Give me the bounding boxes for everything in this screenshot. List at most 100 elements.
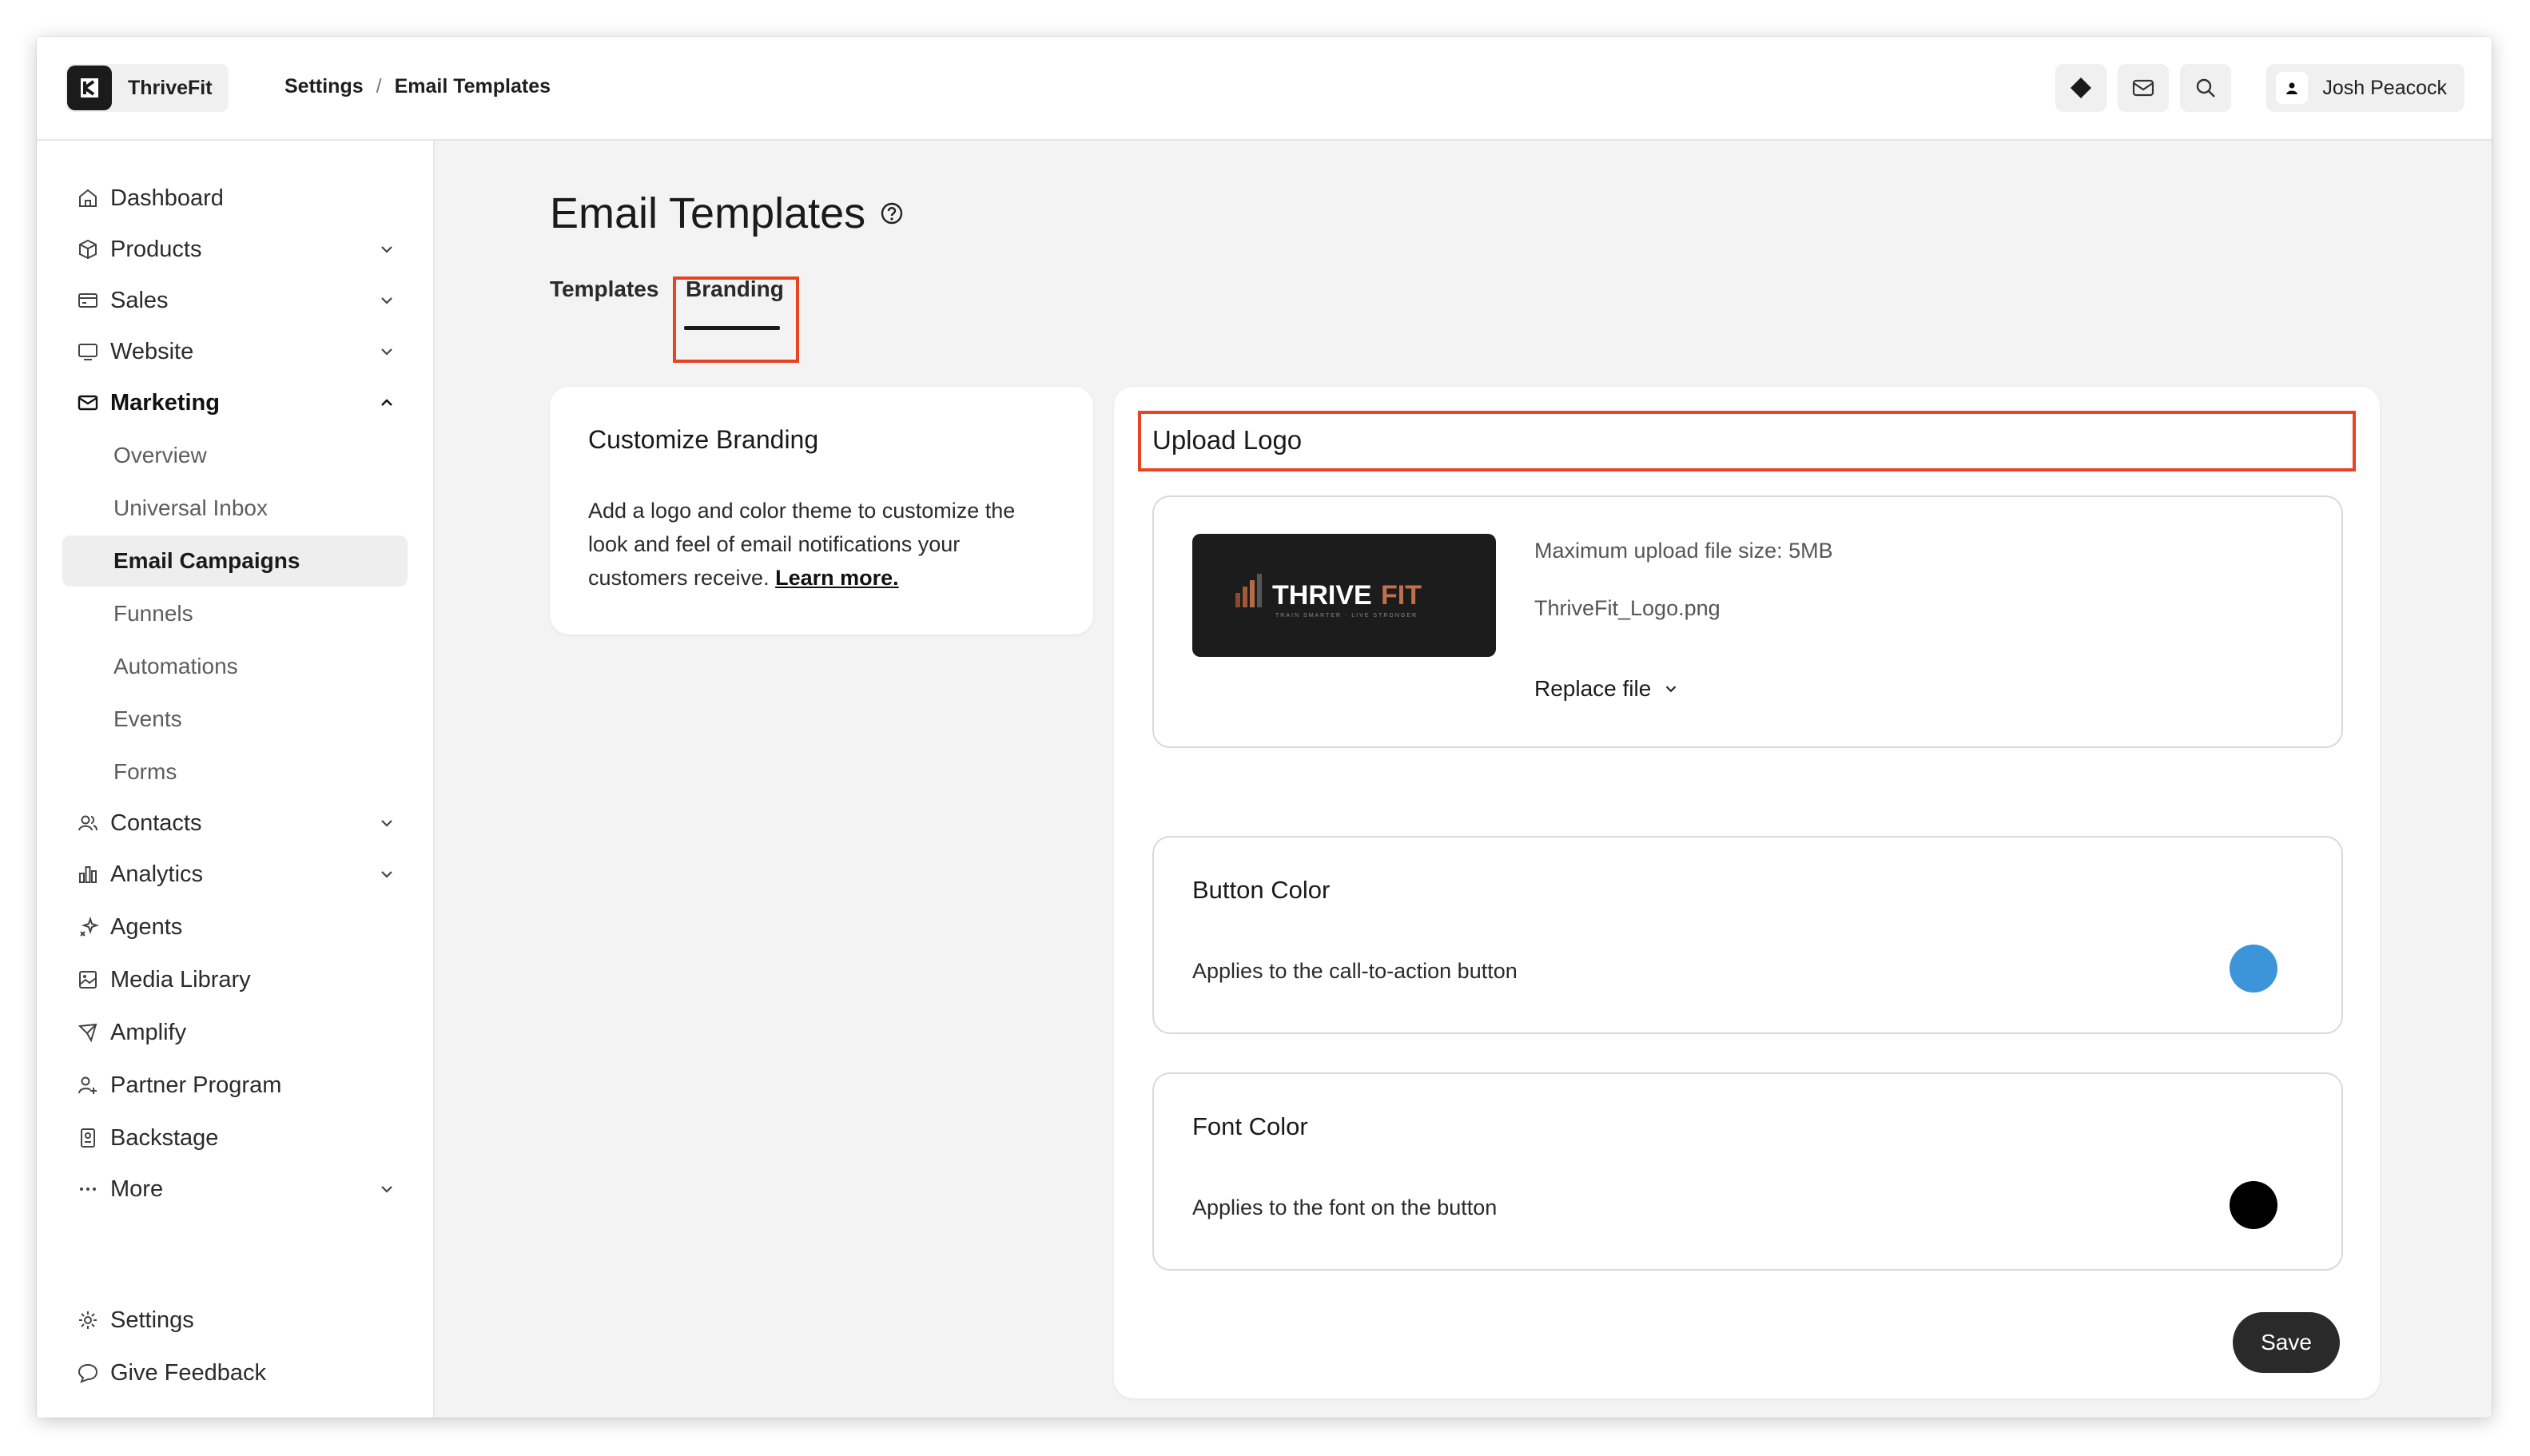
sidebar-subitem-overview[interactable]: Overview [62,430,408,481]
font-color-swatch[interactable] [2230,1181,2277,1229]
sidebar-item-give-feedback[interactable]: Give Feedback [62,1347,408,1398]
sidebar-item-label: Contacts [110,810,202,836]
chevron-up-icon [381,399,392,406]
sidebar-subitem-automations[interactable]: Automations [62,641,408,692]
font-color-card: Font Color Applies to the font on the bu… [1152,1072,2343,1271]
sidebar-item-label: Analytics [110,861,204,887]
sidebar-item-backstage[interactable]: Backstage [62,1112,408,1164]
sidebar-item-label: Amplify [110,1019,187,1045]
logo-preview-image: THRIVE FIT TRAIN SMARTER · LIVE STRONGER [1192,534,1496,657]
mail-icon [74,388,102,417]
tab-templates[interactable]: Templates [550,276,658,302]
help-icon[interactable] [880,201,904,225]
upload-logo-title: Upload Logo [1152,425,1303,455]
replace-file-label: Replace file [1534,676,1652,701]
sidebar-subitem-funnels[interactable]: Funnels [62,588,408,639]
brand-switcher[interactable]: ThriveFit [66,64,229,112]
logo-text-fit: FIT [1381,580,1422,611]
sidebar-item-more[interactable]: More [62,1164,408,1215]
breadcrumb-settings[interactable]: Settings [284,75,364,98]
send-icon [74,1018,102,1047]
page-title: Email Templates [550,189,904,238]
sidebar-item-sales[interactable]: Sales [62,275,408,326]
sidebar-item-dashboard[interactable]: Dashboard [62,173,408,224]
chevron-down-icon [381,820,392,827]
button-color-description: Applies to the call-to-action button [1192,959,1518,983]
card-icon [74,286,102,315]
sidebar-item-agents[interactable]: Agents [62,901,408,953]
customize-branding-title: Customize Branding [588,425,819,454]
sidebar-item-label: Media Library [110,966,251,993]
user-name: Josh Peacock [2322,76,2447,99]
app-window: ThriveFit Settings / Email Templates Jos… [37,37,2492,1418]
bar-chart-icon [74,860,102,889]
brand-logo-icon [67,66,112,110]
sidebar-item-marketing[interactable]: Marketing [62,377,408,428]
breadcrumb-separator: / [376,75,382,97]
breadcrumb-current: Email Templates [394,75,551,97]
save-button[interactable]: Save [2233,1312,2340,1373]
sidebar-subitem-forms[interactable]: Forms [62,746,408,798]
sidebar-item-analytics[interactable]: Analytics [62,849,408,900]
chevron-down-icon [381,297,392,304]
sidebar-item-label: Agents [110,913,183,940]
chevron-down-icon [381,871,392,878]
upload-logo-card: THRIVE FIT TRAIN SMARTER · LIVE STRONGER… [1152,495,2343,748]
uploaded-file-name: ThriveFit_Logo.png [1534,596,1720,620]
sidebar-item-contacts[interactable]: Contacts [62,798,408,849]
thrivefit-logo-icon: THRIVE FIT TRAIN SMARTER · LIVE STRONGER [1235,574,1422,619]
image-icon [74,965,102,994]
brand-name: ThriveFit [128,76,213,99]
sidebar-item-label: Marketing [110,389,220,416]
search-icon[interactable] [2180,64,2231,112]
sidebar: Dashboard Products Sales Website Marketi… [37,141,435,1418]
highlight-box-upload-logo [1138,411,2356,471]
sidebar-item-settings[interactable]: Settings [62,1295,408,1346]
logo-tagline: TRAIN SMARTER · LIVE STRONGER [1275,613,1418,619]
sidebar-item-products[interactable]: Products [62,224,408,275]
avatar [2276,72,2309,104]
sidebar-subitem-events[interactable]: Events [62,694,408,745]
sidebar-item-label: Sales [110,287,169,313]
user-menu-button[interactable]: Josh Peacock [2266,64,2464,112]
top-bar: ThriveFit Settings / Email Templates Jos… [37,37,2492,141]
sidebar-item-media-library[interactable]: Media Library [62,954,408,1005]
customize-branding-description: Add a logo and color theme to customize … [588,494,1060,595]
sidebar-item-label: Give Feedback [110,1359,267,1386]
button-color-swatch[interactable] [2230,945,2277,993]
font-color-title: Font Color [1192,1112,1308,1140]
highlight-box-branding-tab [673,276,799,363]
box-icon [74,235,102,264]
mail-icon[interactable] [2118,64,2169,112]
sidebar-item-label: Dashboard [110,185,224,211]
customize-branding-card: Customize Branding Add a logo and color … [550,387,1093,635]
sidebar-item-label: Products [110,236,202,262]
sidebar-item-partner-program[interactable]: Partner Program [62,1060,408,1111]
sidebar-item-label: Backstage [110,1124,219,1151]
button-color-title: Button Color [1192,876,1331,904]
breadcrumb: Settings / Email Templates [284,75,551,98]
sidebar-item-label: Website [110,338,194,364]
sparkle-icon [74,913,102,941]
branding-settings-panel: Upload Logo THRIVE FIT TRAIN SMARTER · L… [1114,387,2380,1398]
badge-icon [74,1124,102,1152]
gear-icon [74,1306,102,1335]
learn-more-link[interactable]: Learn more. [775,566,899,590]
sidebar-item-website[interactable]: Website [62,326,408,377]
sidebar-item-amplify[interactable]: Amplify [62,1007,408,1058]
users-icon [74,809,102,837]
chevron-down-icon [381,1186,392,1193]
sidebar-subitem-universal-inbox[interactable]: Universal Inbox [62,483,408,534]
replace-file-button[interactable]: Replace file [1534,676,1680,702]
sidebar-item-label: More [110,1176,164,1202]
chevron-down-icon [1666,686,1677,693]
chat-icon [74,1359,102,1387]
chevron-down-icon [381,348,392,356]
sidebar-item-label: Partner Program [110,1072,282,1098]
max-upload-size-text: Maximum upload file size: 5MB [1534,539,1833,563]
sidebar-item-label: Settings [110,1307,194,1333]
sidebar-subitem-email-campaigns[interactable]: Email Campaigns [62,535,408,587]
diamond-icon[interactable] [2055,64,2106,112]
home-icon [74,184,102,213]
ellipsis-icon [74,1175,102,1203]
